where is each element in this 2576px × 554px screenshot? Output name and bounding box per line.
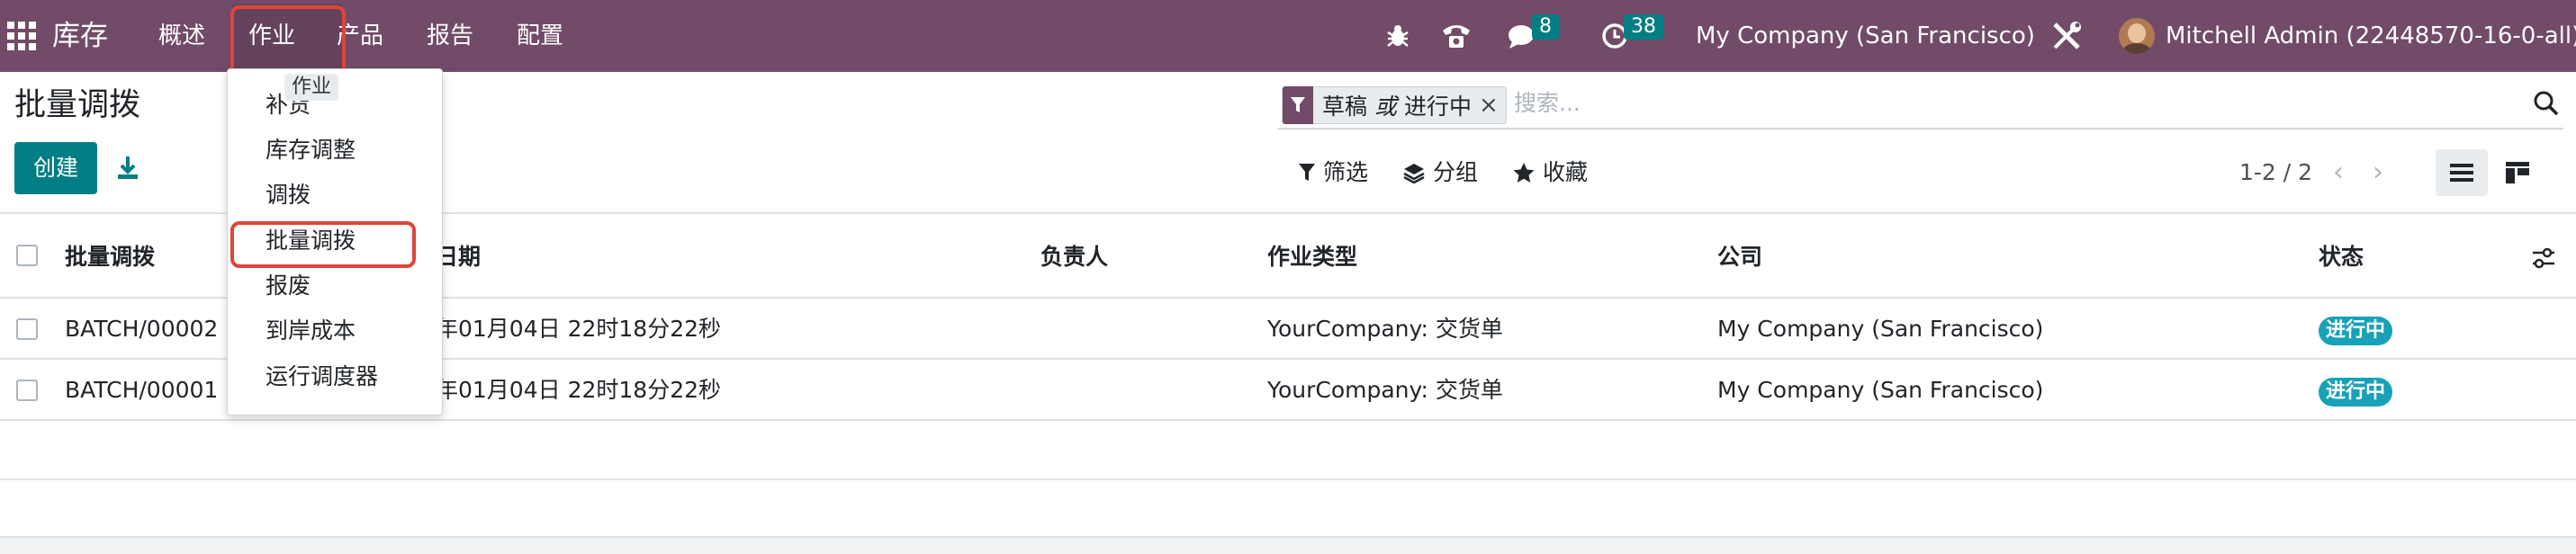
dropdown-item-run-scheduler[interactable]: 运行调度器 [266,359,378,395]
user-menu[interactable]: Mitchell Admin (22448570-16-0-all) [2166,16,2576,56]
facet-value: 草稿 或 进行中 [1322,94,1472,120]
dropdown-item-inventory-adjustment[interactable]: 库存调整 [266,132,356,168]
cell-date: 年01月04日 22时18分22秒 [436,377,722,403]
favorites-button[interactable]: 收藏 [1512,155,1588,191]
apps-grid-icon[interactable] [5,20,38,52]
group-by-label: 分组 [1433,159,1479,185]
filters-label: 筛选 [1323,159,1369,185]
facet-remove-icon[interactable]: × [1479,92,1506,119]
menu-highlight-box [230,5,346,77]
user-avatar[interactable] [2119,18,2155,54]
settings-sliders-icon[interactable] [2531,246,2556,270]
top-navbar: 库存 概述 作业 产品 报告 配置 8 38 My Company (San F… [0,0,2576,72]
column-header-company[interactable]: 公司 [1717,239,1762,275]
column-header-status[interactable]: 状态 [2319,239,2364,275]
pager-value[interactable]: 1-2 / 2 [2239,155,2312,191]
status-badge: 进行中 [2319,378,2393,407]
list-view-icon[interactable] [2436,149,2488,196]
column-header-responsible[interactable]: 负责人 [1040,239,1108,275]
cell-operation-type: YourCompany: 交货单 [1267,316,1503,342]
group-by-button[interactable]: 分组 [1402,155,1478,191]
row-checkbox[interactable] [16,380,38,401]
star-icon [1513,163,1535,183]
app-name[interactable]: 库存 [52,16,108,56]
column-header-operation-type[interactable]: 作业类型 [1267,239,1357,275]
kanban-view-icon[interactable] [2491,149,2544,196]
company-switcher[interactable]: My Company (San Francisco) [1696,16,2035,56]
empty-row [0,421,2576,480]
bug-icon[interactable] [1384,22,1411,50]
chevron-left-icon[interactable]: ‹ [2333,156,2344,189]
create-button[interactable]: 创建 [14,142,97,194]
row-checkbox[interactable] [16,318,38,340]
menu-configuration[interactable]: 配置 [517,16,563,56]
download-icon[interactable] [115,155,140,182]
footer-band [0,536,2576,554]
status-badge: 进行中 [2319,317,2393,345]
dropdown-item-scrap[interactable]: 报废 [266,268,311,304]
tools-icon[interactable] [2050,20,2083,52]
cell-batch: BATCH/00001 [65,377,219,403]
search-bar[interactable]: 草稿 或 进行中 × [1278,83,2563,130]
search-icon[interactable] [2533,90,2560,117]
dropdown-highlight-box [230,221,416,268]
menu-overview[interactable]: 概述 [158,16,205,56]
cell-company: My Company (San Francisco) [1717,377,2044,403]
search-input[interactable] [1514,90,2324,116]
favorites-label: 收藏 [1543,159,1589,185]
filter-facet[interactable]: 草稿 或 进行中 × [1282,86,1507,124]
cell-date: 年01月04日 22时18分22秒 [436,316,722,342]
select-all-checkbox[interactable] [16,245,38,266]
phone-icon[interactable] [1440,22,1473,50]
menu-tooltip: 作业 [284,74,339,101]
page-title: 批量调拨 [14,87,141,123]
column-header-batch[interactable]: 批量调拨 [65,239,155,275]
chevron-right-icon[interactable]: › [2373,156,2383,189]
activities-badge: 38 [1624,14,1663,40]
dropdown-item-transfers[interactable]: 调拨 [266,177,311,213]
filter-icon [1299,164,1315,181]
layers-icon [1403,164,1425,183]
menu-reporting[interactable]: 报告 [427,16,473,56]
dropdown-item-landed-costs[interactable]: 到岸成本 [266,313,356,349]
empty-row [0,480,2576,540]
filters-button[interactable]: 筛选 [1298,155,1368,191]
cell-company: My Company (San Francisco) [1717,316,2044,342]
messages-badge: 8 [1532,14,1559,40]
cell-batch: BATCH/00002 [65,316,219,342]
filter-icon [1283,86,1313,124]
cell-operation-type: YourCompany: 交货单 [1267,377,1503,403]
